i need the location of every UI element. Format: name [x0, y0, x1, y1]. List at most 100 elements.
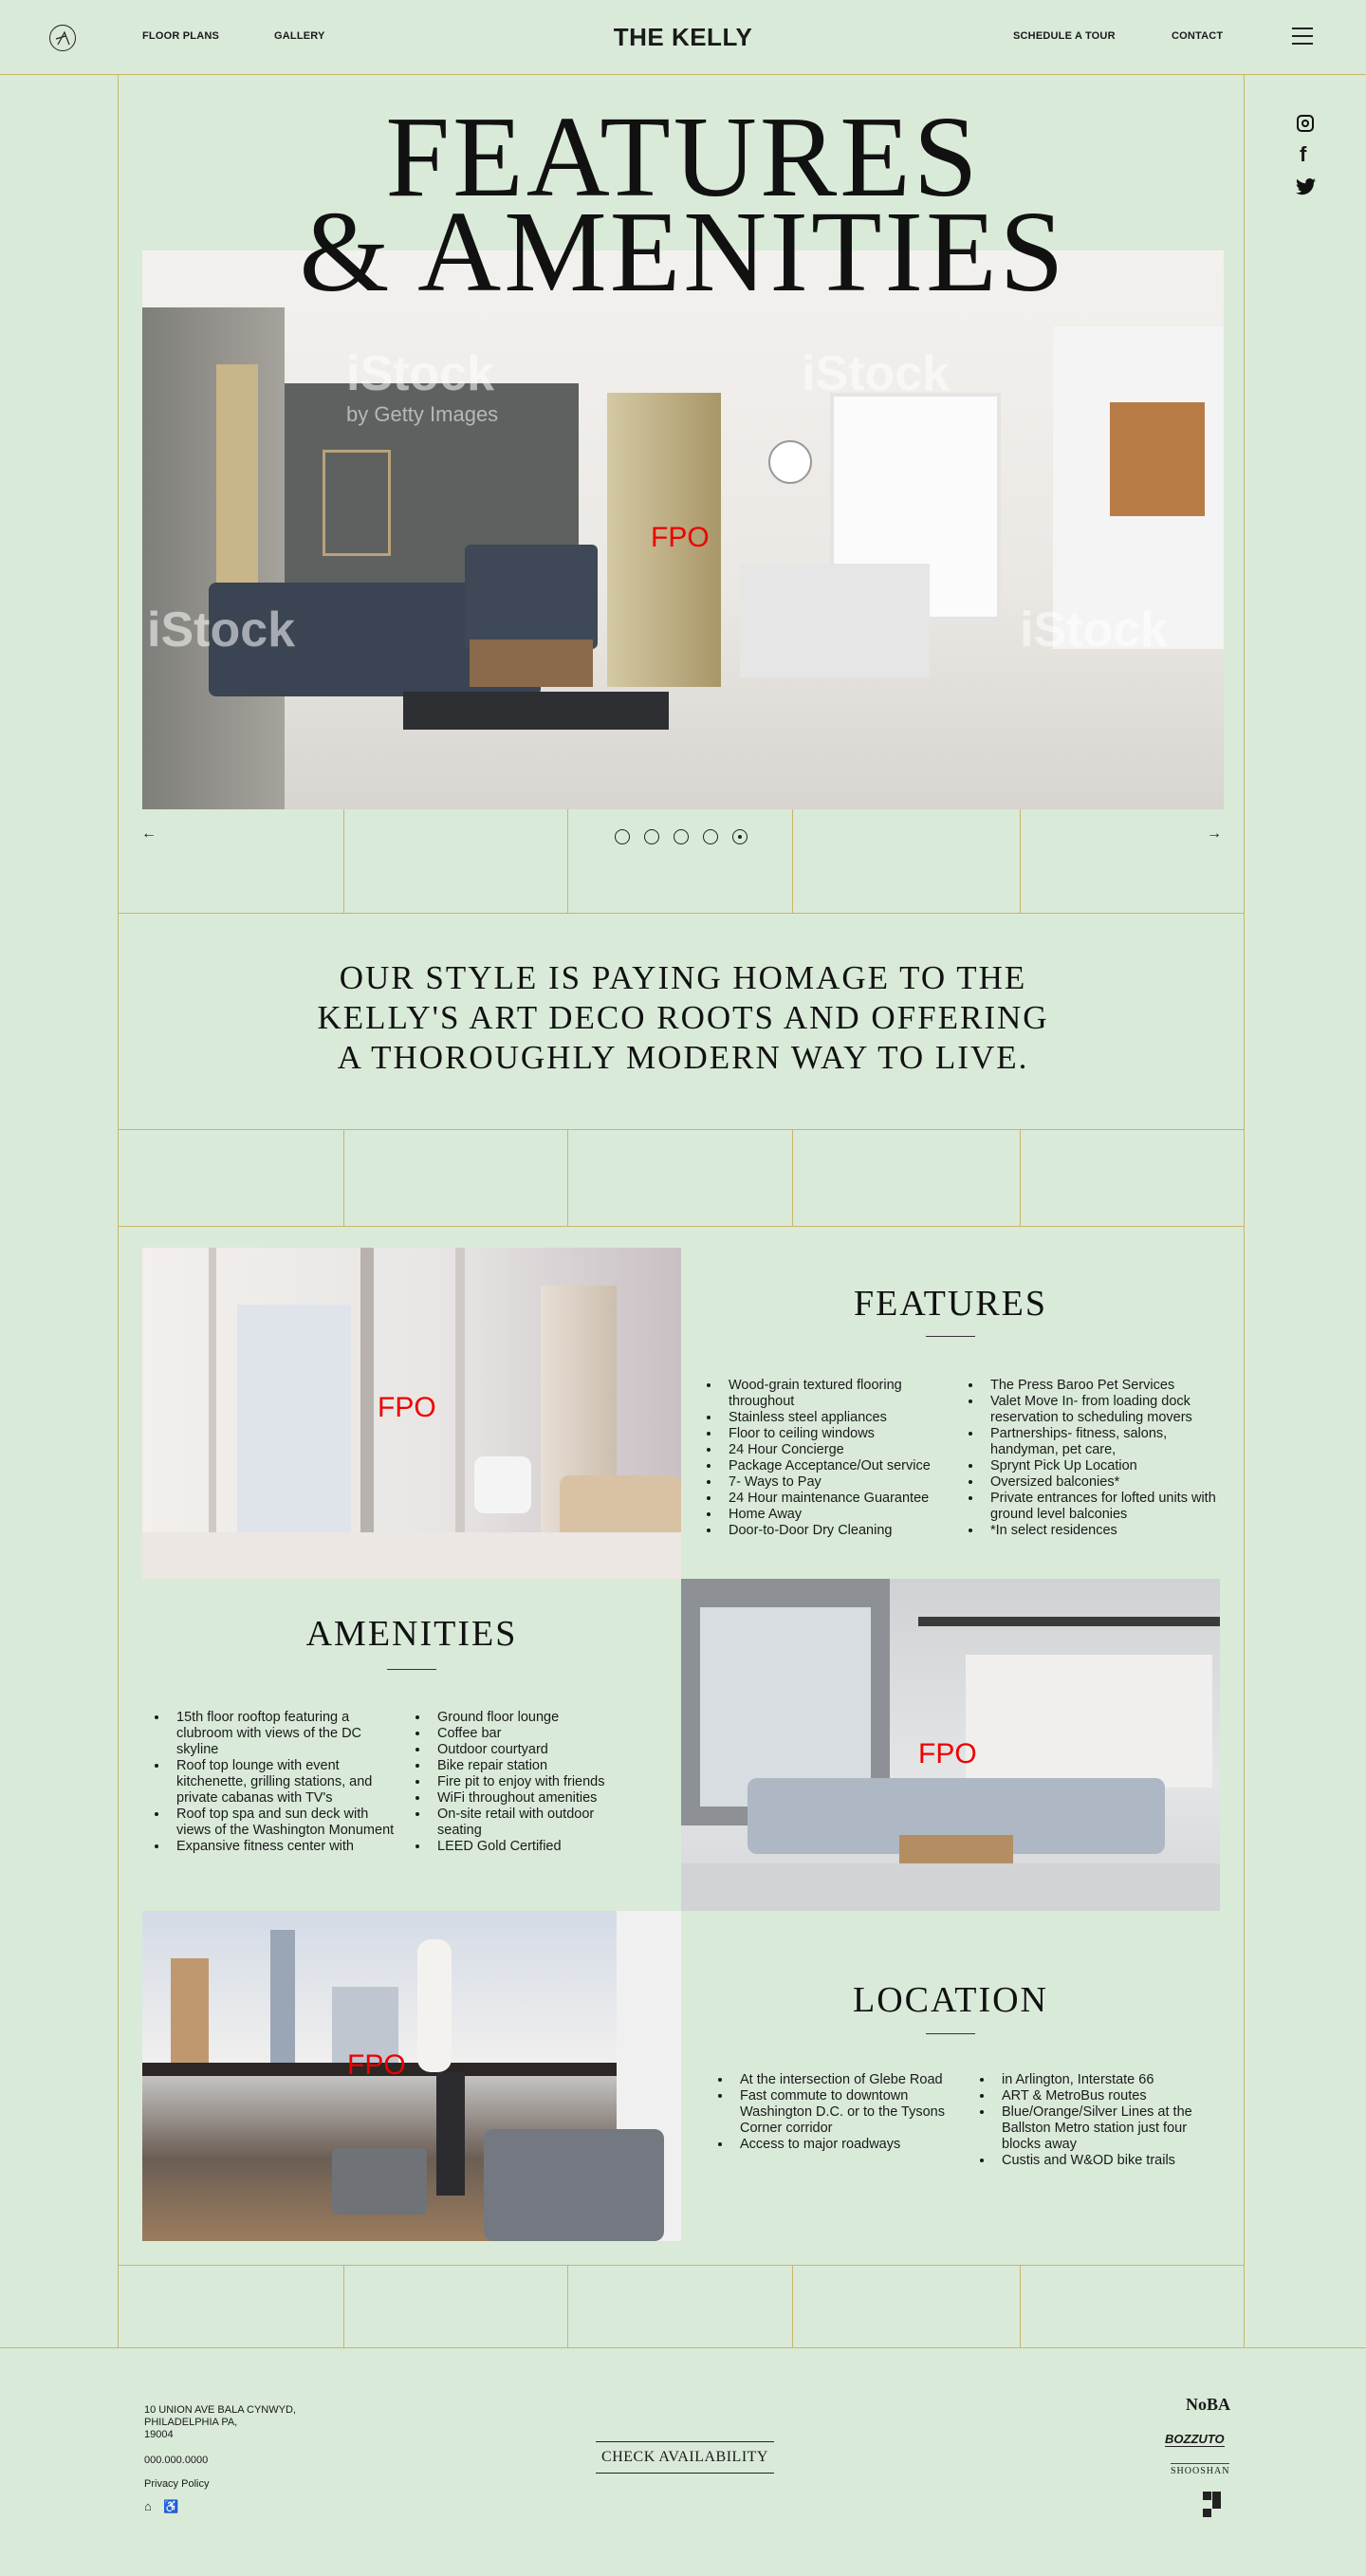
brand-statement-line3: A THOROUGHLY MODERN WAY TO LIVE.: [337, 1039, 1029, 1076]
grid-line: [567, 1129, 568, 1226]
accessibility-icon: ♿: [163, 2499, 179, 2513]
developer-logo-icon: [1203, 2492, 1222, 2517]
amenities-title-rule: [387, 1669, 436, 1670]
list-item: Fire pit to enjoy with friends: [430, 1774, 640, 1790]
grid-line: [118, 1129, 1244, 1130]
list-item: On-site retail with outdoor seating: [430, 1807, 640, 1839]
grid-line: [118, 1226, 1244, 1227]
privacy-policy-link[interactable]: Privacy Policy: [144, 2478, 209, 2491]
list-item: Private entrances for lofted units with …: [983, 1491, 1227, 1523]
list-item: Fast commute to downtown Washington D.C.…: [732, 2088, 971, 2137]
list-item: Oversized balconies*: [983, 1474, 1227, 1491]
list-item: Package Acceptance/Out service: [721, 1458, 960, 1474]
list-item: Door-to-Door Dry Cleaning: [721, 1523, 960, 1539]
list-item: Coffee bar: [430, 1726, 640, 1742]
slider-next-arrow-icon[interactable]: →: [1207, 825, 1222, 843]
brand-statement: OUR STYLE IS PAYING HOMAGE TO THE KELLY'…: [0, 958, 1366, 1078]
amenities-list-right: Ground floor lounge Coffee bar Outdoor c…: [413, 1710, 640, 1855]
site-header: FLOOR PLANS GALLERY THE KELLY SCHEDULE A…: [0, 0, 1366, 74]
list-item: 15th floor rooftop featuring a clubroom …: [169, 1710, 400, 1758]
list-item: 24 Hour Concierge: [721, 1442, 960, 1458]
footer-phone[interactable]: 000.000.0000: [144, 2455, 208, 2467]
hero-watermark-2: iStock: [802, 346, 951, 401]
amenities-title: AMENITIES: [305, 1614, 518, 1654]
list-item: Roof top lounge with event kitchenette, …: [169, 1758, 400, 1807]
frame-right-line: [1244, 74, 1245, 2347]
hero-image: iStock by Getty Images iStock iStock iSto…: [142, 250, 1224, 809]
location-image: FPO: [142, 1911, 681, 2241]
frame-left-line: [118, 74, 119, 2347]
features-title-rule: [926, 1336, 975, 1337]
hero-watermark-3: iStock: [147, 602, 296, 658]
brand-title[interactable]: THE KELLY: [0, 23, 1366, 52]
list-item: WiFi throughout amenities: [430, 1790, 640, 1807]
features-list-left: Wood-grain textured flooring throughout …: [704, 1378, 960, 1539]
list-item: 7- Ways to Pay: [721, 1474, 960, 1491]
list-item: 24 Hour maintenance Guarantee: [721, 1491, 960, 1507]
features-fpo-label: FPO: [378, 1392, 436, 1423]
list-item: *In select residences: [983, 1523, 1227, 1539]
slider-dot-1[interactable]: [615, 829, 630, 844]
hero-watermark-4: iStock: [1020, 602, 1169, 658]
list-item: Sprynt Pick Up Location: [983, 1458, 1227, 1474]
location-list-right: in Arlington, Interstate 66 ART & MetroB…: [977, 2072, 1214, 2169]
hero-title-line2: & AMENITIES: [299, 188, 1067, 316]
list-item: Ground floor lounge: [430, 1710, 640, 1726]
features-image: FPO: [142, 1248, 681, 1579]
location-title: LOCATION: [853, 1980, 1048, 2020]
list-item: Partnerships- fitness, salons, handyman,…: [983, 1426, 1227, 1458]
slider-dot-2[interactable]: [644, 829, 659, 844]
bozzuto-logo: BOZZUTO: [1165, 2432, 1225, 2447]
slider-prev-arrow-icon[interactable]: ←: [141, 825, 157, 843]
grid-line: [792, 1129, 793, 1226]
hero-watermark-1: iStock: [346, 346, 495, 401]
slider-grid-line: [567, 809, 568, 913]
slider-dot-4[interactable]: [703, 829, 718, 844]
location-title-rule: [926, 2033, 975, 2034]
list-item: Valet Move In- from loading dock reserva…: [983, 1394, 1227, 1426]
location-list-left: At the intersection of Glebe Road Fast c…: [715, 2072, 971, 2153]
slider-grid-line: [343, 809, 344, 913]
grid-line: [118, 2265, 1244, 2266]
features-list-right: The Press Baroo Pet Services Valet Move …: [966, 1378, 1227, 1539]
shooshan-logo: SHOOSHAN: [1171, 2463, 1230, 2476]
list-item: Stainless steel appliances: [721, 1410, 960, 1426]
list-item: Home Away: [721, 1507, 960, 1523]
header-divider: [0, 74, 1366, 75]
noba-logo: NoBA: [1186, 2395, 1231, 2414]
list-item: At the intersection of Glebe Road: [732, 2072, 971, 2088]
list-item: Expansive fitness center with: [169, 1839, 400, 1855]
slider-bottom-line: [118, 913, 1244, 914]
list-item: Outdoor courtyard: [430, 1742, 640, 1758]
grid-line: [343, 2265, 344, 2347]
grid-line: [343, 1129, 344, 1226]
hero-fpo-label: FPO: [651, 522, 710, 553]
location-fpo-label: FPO: [347, 2049, 406, 2081]
list-item: Blue/Orange/Silver Lines at the Ballston…: [994, 2104, 1214, 2153]
nav-schedule-tour[interactable]: SCHEDULE A TOUR: [1013, 30, 1116, 42]
amenities-image: FPO: [681, 1579, 1220, 1911]
check-availability-button[interactable]: CHECK AVAILABILITY: [596, 2441, 774, 2474]
footer-address: 10 UNION AVE BALA CYNWYD, PHILADELPHIA P…: [144, 2404, 296, 2441]
list-item: Bike repair station: [430, 1758, 640, 1774]
nav-contact[interactable]: CONTACT: [1172, 30, 1223, 42]
amenities-fpo-label: FPO: [918, 1738, 977, 1770]
grid-line: [792, 2265, 793, 2347]
grid-line: [567, 2265, 568, 2347]
list-item: ART & MetroBus routes: [994, 2088, 1214, 2104]
list-item: Custis and W&OD bike trails: [994, 2153, 1214, 2169]
slider-grid-line: [792, 809, 793, 913]
list-item: in Arlington, Interstate 66: [994, 2072, 1214, 2088]
amenities-list-left: 15th floor rooftop featuring a clubroom …: [152, 1710, 400, 1855]
list-item: The Press Baroo Pet Services: [983, 1378, 1227, 1394]
slider-dot-3[interactable]: [674, 829, 689, 844]
menu-icon[interactable]: [1292, 28, 1313, 46]
features-title: FEATURES: [854, 1284, 1047, 1324]
list-item: Roof top spa and sun deck with views of …: [169, 1807, 400, 1839]
equal-housing-icon: ⌂: [144, 2499, 152, 2513]
slider-dot-5-active[interactable]: [732, 829, 748, 844]
grid-line: [1020, 1129, 1021, 1226]
list-item: Wood-grain textured flooring throughout: [721, 1378, 960, 1410]
grid-line: [1020, 2265, 1021, 2347]
list-item: Floor to ceiling windows: [721, 1426, 960, 1442]
